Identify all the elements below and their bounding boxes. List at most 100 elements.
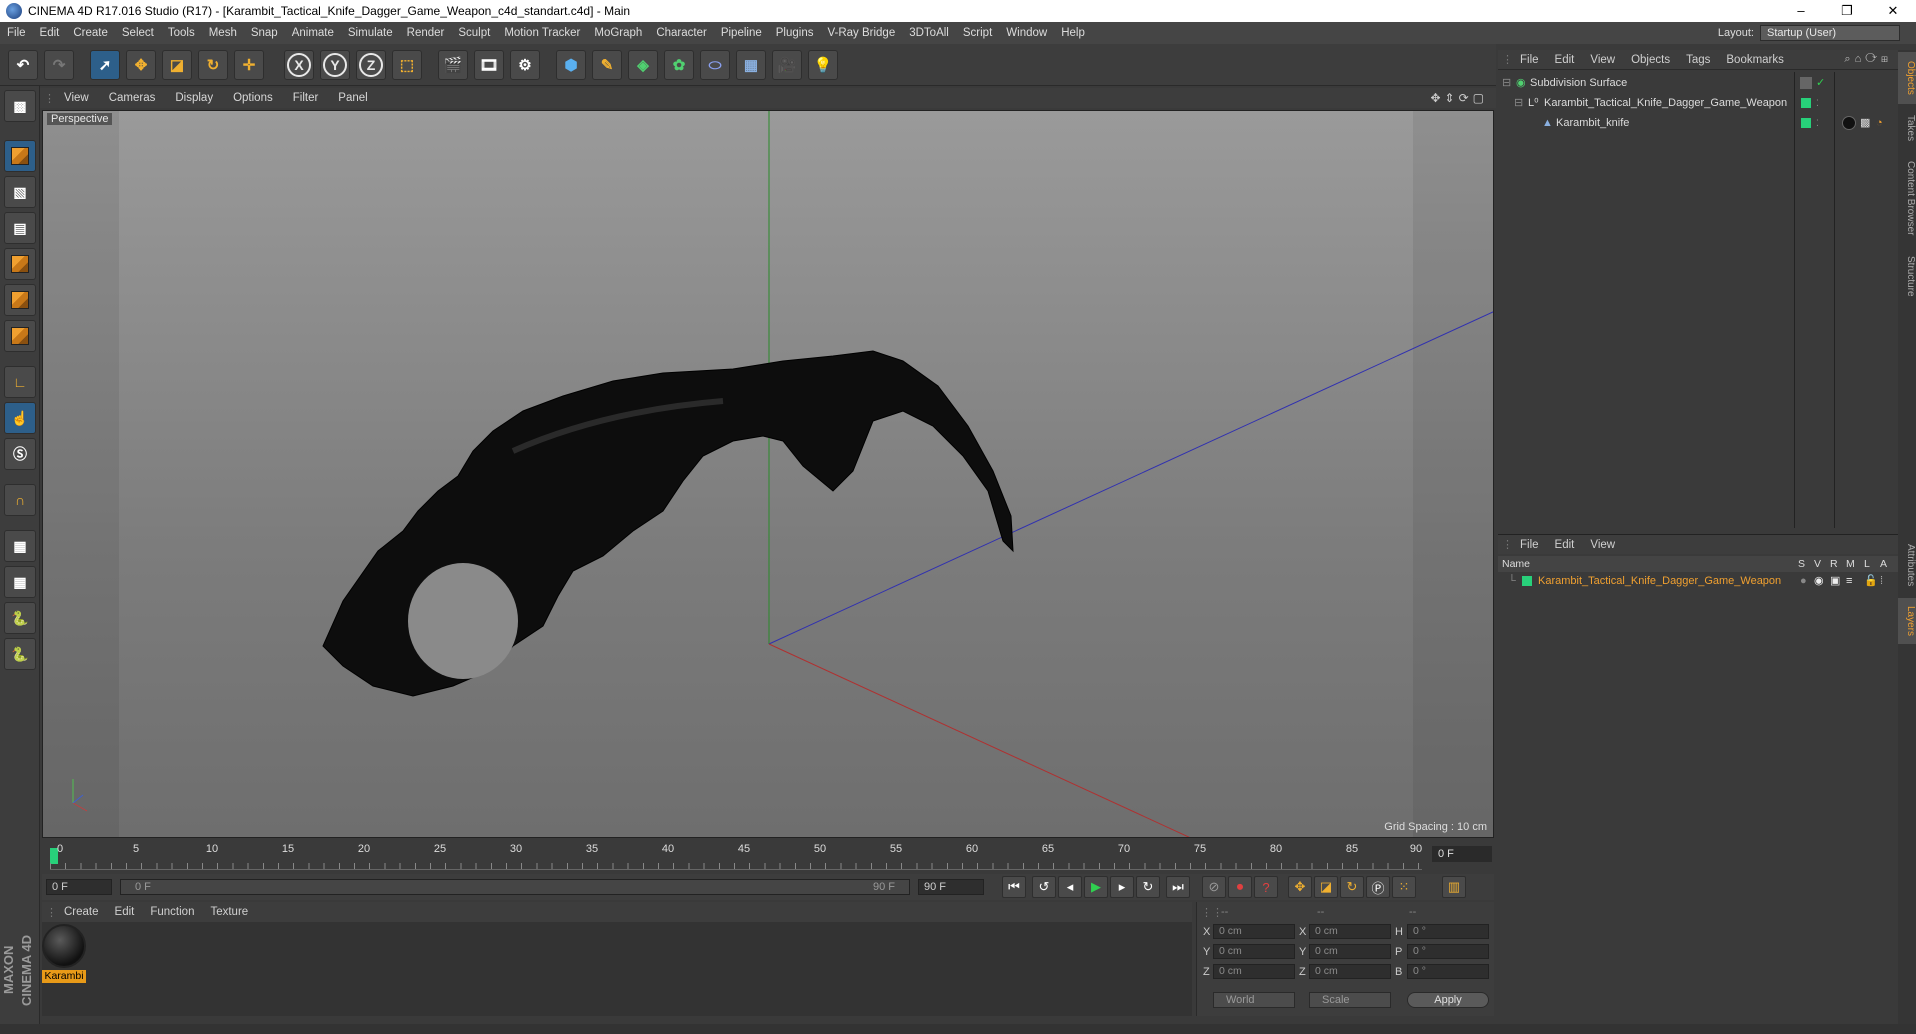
- next-frame-icon[interactable]: ▸: [1110, 876, 1134, 898]
- menu-render[interactable]: Render: [400, 27, 452, 39]
- viewport-menu-filter[interactable]: Filter: [283, 92, 329, 104]
- menu-window[interactable]: Window: [999, 27, 1054, 39]
- menu-create[interactable]: Create: [66, 27, 115, 39]
- subdivision-surface-icon[interactable]: ◈: [628, 50, 658, 80]
- mograph-cloner-icon[interactable]: ✿: [664, 50, 694, 80]
- viewport-menu-view[interactable]: View: [54, 92, 99, 104]
- point-level-animation-icon[interactable]: ⁙: [1392, 876, 1416, 898]
- layer-menu-edit[interactable]: Edit: [1547, 539, 1583, 551]
- menu-plugins[interactable]: Plugins: [769, 27, 821, 39]
- size-x-field[interactable]: 0 cm: [1309, 924, 1391, 939]
- position-key-icon[interactable]: ✥: [1288, 876, 1312, 898]
- render-settings-icon[interactable]: ⚙: [510, 50, 540, 80]
- model-mode-icon[interactable]: [4, 140, 36, 172]
- z-axis-lock-button[interactable]: Z: [356, 50, 386, 80]
- auto-keying-icon[interactable]: ⏺: [1228, 876, 1252, 898]
- layer-menu-file[interactable]: File: [1512, 539, 1547, 551]
- menu-tools[interactable]: Tools: [161, 27, 202, 39]
- object-menu-objects[interactable]: Objects: [1623, 54, 1678, 66]
- material-menu-function[interactable]: Function: [142, 906, 202, 918]
- camera-icon[interactable]: 🎥: [772, 50, 802, 80]
- previous-frame-icon[interactable]: ◂: [1058, 876, 1082, 898]
- points-mode-icon[interactable]: [4, 248, 36, 280]
- polygons-mode-icon[interactable]: [4, 320, 36, 352]
- manager-toggle-icon[interactable]: ≡: [1846, 572, 1852, 590]
- menu-edit[interactable]: Edit: [33, 27, 67, 39]
- python-script-2-icon[interactable]: 🐍: [4, 638, 36, 670]
- position-y-field[interactable]: 0 cm: [1213, 944, 1295, 959]
- material-menu-edit[interactable]: Edit: [107, 906, 143, 918]
- menu-select[interactable]: Select: [115, 27, 161, 39]
- render-picture-viewer-icon[interactable]: 🎞: [474, 50, 504, 80]
- scale-key-icon[interactable]: ◪: [1314, 876, 1338, 898]
- solo-toggle-icon[interactable]: ●: [1800, 572, 1807, 590]
- object-menu-tags[interactable]: Tags: [1678, 54, 1718, 66]
- keyframe-selection-icon[interactable]: ?: [1254, 876, 1278, 898]
- phong-tag-icon[interactable]: ◔: [1876, 114, 1883, 132]
- light-icon[interactable]: 💡: [808, 50, 838, 80]
- viewport-menu-cameras[interactable]: Cameras: [99, 92, 166, 104]
- tab-structure[interactable]: Structure: [1898, 248, 1916, 304]
- workplane-snap-icon[interactable]: ▦: [4, 566, 36, 598]
- uvw-tag-icon[interactable]: ▩: [1860, 114, 1870, 132]
- end-frame-field[interactable]: 90 F: [918, 879, 984, 895]
- visibility-dots-icon[interactable]: ⁚: [1816, 114, 1819, 132]
- recent-tools-icon[interactable]: ✛: [234, 50, 264, 80]
- menu-help[interactable]: Help: [1054, 27, 1092, 39]
- menu-simulate[interactable]: Simulate: [341, 27, 400, 39]
- apply-button[interactable]: Apply: [1407, 992, 1489, 1008]
- animation-toggle-icon[interactable]: ⁞: [1880, 572, 1883, 590]
- menu-sculpt[interactable]: Sculpt: [451, 27, 497, 39]
- transform-mode-dropdown[interactable]: Scale: [1309, 992, 1391, 1008]
- menu-mesh[interactable]: Mesh: [202, 27, 244, 39]
- menu-pipeline[interactable]: Pipeline: [714, 27, 769, 39]
- search-home-icons[interactable]: ⌕⌂⟳⊞: [1844, 53, 1892, 66]
- rotation-h-field[interactable]: 0 °: [1407, 924, 1489, 939]
- viewport-menu-panel[interactable]: Panel: [328, 92, 377, 104]
- edges-mode-icon[interactable]: [4, 284, 36, 316]
- collapse-toggle-icon[interactable]: ⊟: [1514, 94, 1523, 112]
- position-x-field[interactable]: 0 cm: [1213, 924, 1295, 939]
- layer-color-badge[interactable]: [1801, 98, 1811, 108]
- rotation-key-icon[interactable]: ↻: [1340, 876, 1364, 898]
- y-axis-lock-button[interactable]: Y: [320, 50, 350, 80]
- viewport-menu-display[interactable]: Display: [165, 92, 223, 104]
- tweak-mode-icon[interactable]: ☝: [4, 402, 36, 434]
- floor-scene-icon[interactable]: ▦: [736, 50, 766, 80]
- axis-mode-icon[interactable]: ∟: [4, 366, 36, 398]
- record-keys-icon[interactable]: ⊘: [1202, 876, 1226, 898]
- x-axis-lock-button[interactable]: X: [284, 50, 314, 80]
- tree-row-karambit-null[interactable]: ⊟ L⁰ Karambit_Tactical_Knife_Dagger_Game…: [1498, 94, 1898, 112]
- camera-label[interactable]: Perspective: [47, 113, 113, 125]
- redo-icon[interactable]: ↷: [44, 50, 74, 80]
- restore-button[interactable]: ❐: [1824, 0, 1870, 22]
- scale-icon[interactable]: ◪: [162, 50, 192, 80]
- menu-animate[interactable]: Animate: [285, 27, 341, 39]
- layer-color-badge[interactable]: [1801, 118, 1811, 128]
- workplane-mode-icon[interactable]: ▤: [4, 212, 36, 244]
- parameter-key-icon[interactable]: Ⓟ: [1366, 876, 1390, 898]
- menu-motion-tracker[interactable]: Motion Tracker: [497, 27, 587, 39]
- size-z-field[interactable]: 0 cm: [1309, 964, 1391, 979]
- layer-name[interactable]: Karambit_Tactical_Knife_Dagger_Game_Weap…: [1538, 572, 1781, 590]
- previous-keyframe-icon[interactable]: ↺: [1032, 876, 1056, 898]
- render-view-icon[interactable]: 🎬: [438, 50, 468, 80]
- python-script-icon[interactable]: 🐍: [4, 602, 36, 634]
- menu-mograph[interactable]: MoGraph: [587, 27, 649, 39]
- viewport-menu-options[interactable]: Options: [223, 92, 283, 104]
- coordinate-space-dropdown[interactable]: World: [1213, 992, 1295, 1008]
- layer-row[interactable]: └ Karambit_Tactical_Knife_Dagger_Game_We…: [1498, 572, 1898, 590]
- menu-character[interactable]: Character: [649, 27, 714, 39]
- live-selection-icon[interactable]: ➚: [90, 50, 120, 80]
- solo-mode-icon[interactable]: Ⓢ: [4, 438, 36, 470]
- collapse-toggle-icon[interactable]: ⊟: [1502, 74, 1511, 92]
- tab-takes[interactable]: Takes: [1898, 108, 1916, 148]
- current-frame-field[interactable]: 0 F: [1432, 846, 1492, 862]
- menu-script[interactable]: Script: [956, 27, 999, 39]
- undo-icon[interactable]: ↶: [8, 50, 38, 80]
- object-menu-bookmarks[interactable]: Bookmarks: [1718, 54, 1792, 66]
- play-forward-icon[interactable]: ▶: [1084, 876, 1108, 898]
- material-thumbnail[interactable]: [42, 924, 86, 968]
- tree-row-karambit-knife[interactable]: ▲ Karambit_knife ⁚ ▩ ◔: [1498, 114, 1898, 132]
- move-icon[interactable]: ✥: [126, 50, 156, 80]
